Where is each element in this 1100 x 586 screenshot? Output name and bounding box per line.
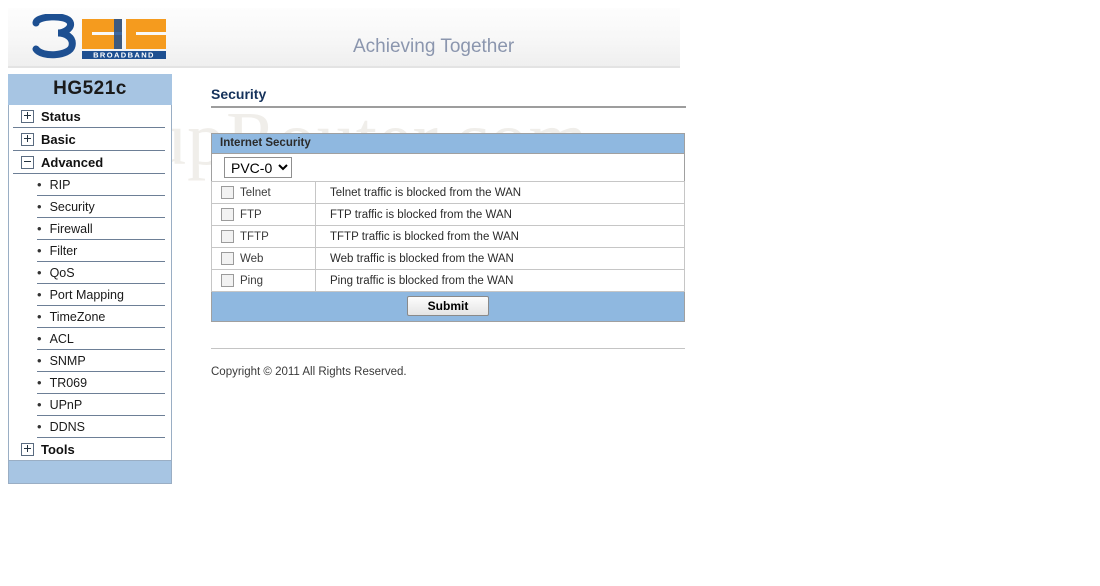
brand-logo-3bb-icon: BROADBAND xyxy=(26,14,186,62)
table-header-row: Internet Security xyxy=(211,133,685,154)
page-title: Security xyxy=(211,86,267,102)
bullet-icon: • xyxy=(37,331,42,346)
title-divider xyxy=(211,106,686,108)
checkbox-tftp[interactable] xyxy=(221,230,234,243)
sidebar-item-acl[interactable]: • ACL xyxy=(37,328,165,350)
bullet-icon: • xyxy=(37,177,42,192)
sidebar-subitem-label: QoS xyxy=(49,265,75,280)
expand-plus-icon[interactable] xyxy=(21,442,34,456)
row-description: Telnet traffic is blocked from the WAN xyxy=(315,181,685,204)
internet-security-table: Internet Security PVC-0 Telnet Telnet tr… xyxy=(211,133,685,322)
panel-title: Internet Security xyxy=(211,133,685,154)
bullet-icon: • xyxy=(37,221,42,236)
bullet-icon: • xyxy=(37,375,42,390)
svg-text:BROADBAND: BROADBAND xyxy=(93,51,155,60)
pvc-select-row: PVC-0 xyxy=(211,153,685,182)
bullet-icon: • xyxy=(37,243,42,258)
sidebar-item-rip[interactable]: • RIP xyxy=(37,174,165,196)
sidebar-subitem-label: Filter xyxy=(49,243,78,258)
sidebar-subitem-label: RIP xyxy=(49,177,71,192)
expand-plus-icon[interactable] xyxy=(21,132,34,146)
sidebar-subitem-label: SNMP xyxy=(49,353,86,368)
checkbox-web[interactable] xyxy=(221,252,234,265)
sidebar-item-security[interactable]: • Security xyxy=(37,196,165,218)
sidebar-subitem-label: TR069 xyxy=(49,375,88,390)
sidebar-item-label: Status xyxy=(41,108,81,124)
bullet-icon: • xyxy=(37,419,42,434)
sidebar-item-basic[interactable]: Basic xyxy=(13,128,165,151)
sidebar-item-status[interactable]: Status xyxy=(13,105,165,128)
sidebar-item-label: Tools xyxy=(41,441,75,457)
sidebar-item-firewall[interactable]: • Firewall xyxy=(37,218,165,240)
row-description: Web traffic is blocked from the WAN xyxy=(315,247,685,270)
sidebar-item-qos[interactable]: • QoS xyxy=(37,262,165,284)
row-label: Web xyxy=(240,252,264,265)
table-row: Ping Ping traffic is blocked from the WA… xyxy=(211,269,685,292)
main-content: Security Internet Security PVC-0 Telnet xyxy=(211,86,686,378)
sidebar-item-tools[interactable]: Tools xyxy=(13,438,165,460)
row-label: Telnet xyxy=(240,186,271,199)
sidebar-item-filter[interactable]: • Filter xyxy=(37,240,165,262)
bullet-icon: • xyxy=(37,199,42,214)
sidebar-subitem-label: TimeZone xyxy=(49,309,106,324)
device-model-title: HG521c xyxy=(8,74,172,105)
sidebar-item-timezone[interactable]: • TimeZone xyxy=(37,306,165,328)
sidebar-item-ddns[interactable]: • DDNS xyxy=(37,416,165,438)
table-row: FTP FTP traffic is blocked from the WAN xyxy=(211,203,685,226)
submit-button[interactable]: Submit xyxy=(406,296,490,316)
bullet-icon: • xyxy=(37,265,42,280)
sidebar-subitem-label: Firewall xyxy=(49,221,93,236)
submit-row: Submit xyxy=(211,291,685,322)
checkbox-ping[interactable] xyxy=(221,274,234,287)
bullet-icon: • xyxy=(37,397,42,412)
row-description: Ping traffic is blocked from the WAN xyxy=(315,269,685,292)
table-row: Telnet Telnet traffic is blocked from th… xyxy=(211,181,685,204)
row-description: FTP traffic is blocked from the WAN xyxy=(315,203,685,226)
checkbox-ftp[interactable] xyxy=(221,208,234,221)
table-row: Web Web traffic is blocked from the WAN xyxy=(211,247,685,270)
sidebar-footer-block xyxy=(8,460,172,484)
bullet-icon: • xyxy=(37,287,42,302)
sidebar-subitem-label: DDNS xyxy=(49,419,85,434)
sidebar-item-label: Basic xyxy=(41,131,76,147)
expand-plus-icon[interactable] xyxy=(21,109,34,123)
collapse-minus-icon[interactable] xyxy=(21,155,34,169)
sidebar-item-snmp[interactable]: • SNMP xyxy=(37,350,165,372)
row-label: Ping xyxy=(240,274,264,287)
row-label: FTP xyxy=(240,208,262,221)
row-label: TFTP xyxy=(240,230,269,243)
sidebar-subitem-label: ACL xyxy=(49,331,74,346)
checkbox-telnet[interactable] xyxy=(221,186,234,199)
sidebar-item-upnp[interactable]: • UPnP xyxy=(37,394,165,416)
bullet-icon: • xyxy=(37,309,42,324)
sidebar-item-port-mapping[interactable]: • Port Mapping xyxy=(37,284,165,306)
sidebar-menu: Status Basic Advanced • RIP • Security •… xyxy=(8,105,172,460)
table-row: TFTP TFTP traffic is blocked from the WA… xyxy=(211,225,685,248)
sidebar-subitem-label: UPnP xyxy=(49,397,83,412)
header-tagline: Achieving Together xyxy=(353,36,515,57)
pvc-select[interactable]: PVC-0 xyxy=(224,157,292,178)
footer-divider xyxy=(211,348,685,349)
sidebar: HG521c Status Basic Advanced • RIP • Sec… xyxy=(8,74,172,484)
sidebar-item-advanced[interactable]: Advanced xyxy=(13,151,165,174)
sidebar-item-tr069[interactable]: • TR069 xyxy=(37,372,165,394)
bullet-icon: • xyxy=(37,353,42,368)
sidebar-subitem-label: Port Mapping xyxy=(49,287,124,302)
sidebar-subitem-label: Security xyxy=(49,199,95,214)
page-header: BROADBAND Achieving Together xyxy=(8,8,680,68)
sidebar-item-label: Advanced xyxy=(41,154,104,170)
row-description: TFTP traffic is blocked from the WAN xyxy=(315,225,685,248)
copyright-text: Copyright © 2011 All Rights Reserved. xyxy=(211,366,407,378)
